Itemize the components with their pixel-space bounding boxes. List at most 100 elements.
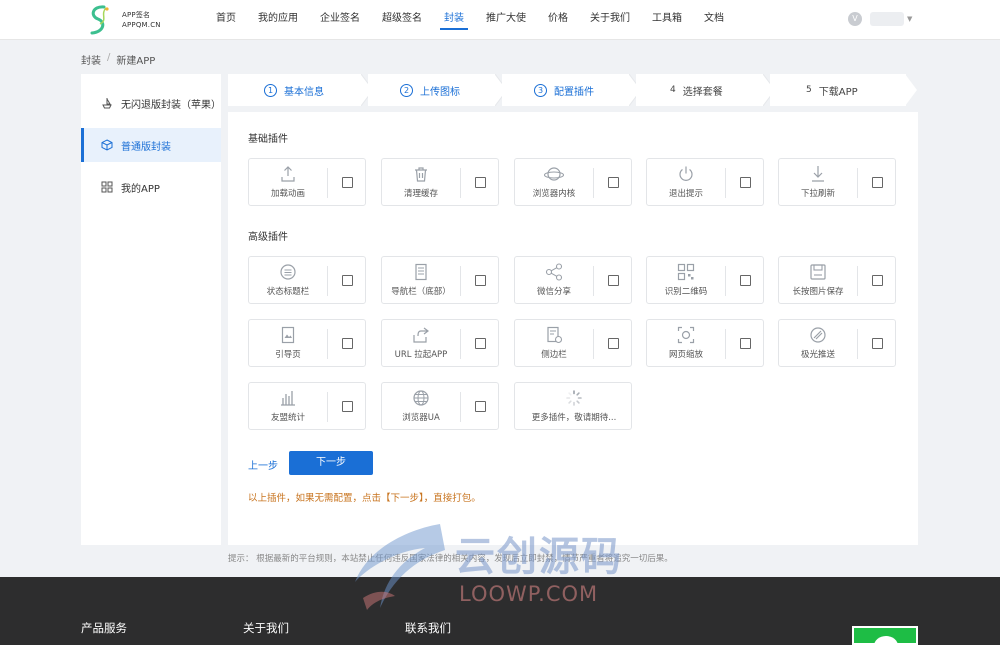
plugin-card-long-press-save[interactable]: 长按图片保存 [778, 256, 896, 304]
user-menu[interactable]: V ▼ [848, 10, 912, 28]
plugin-card-url-launch-app[interactable]: URL 拉起APP [381, 319, 499, 367]
plugin-card-qrcode-scan[interactable]: 识别二维码 [646, 256, 764, 304]
plugin-config-panel: 基础插件 加载动画 清理缓存 浏览器内核 退出提示 下拉刷新 高级插件 状态标题… [228, 112, 918, 545]
nav-bar-icon [382, 263, 460, 281]
nav-enterprise-sign[interactable]: 企业签名 [309, 0, 371, 40]
plugin-checkbox[interactable] [342, 177, 353, 188]
sidebar: 无闪退版封装（苹果） 普通版封装 我的APP [81, 74, 221, 545]
user-avatar[interactable] [870, 12, 904, 26]
pull-down-icon [779, 165, 857, 183]
step-label: 基本信息 [284, 86, 324, 98]
site-logo[interactable]: APP签名 APPQM.CN [86, 4, 176, 36]
plugin-label: 导航栏（底部） [391, 287, 451, 297]
plugin-checkbox[interactable] [872, 275, 883, 286]
logo-text: APP签名 APPQM.CN [122, 10, 161, 30]
nav-package[interactable]: 封装 [433, 0, 475, 40]
plugin-card-guide-page[interactable]: 引导页 [248, 319, 366, 367]
step-upload-icon[interactable]: 2 上传图标 [368, 74, 508, 106]
plugin-card-sidebar[interactable]: 侧边栏 [514, 319, 632, 367]
loading-spinner-icon [515, 389, 633, 407]
wechat-qr-icon [852, 626, 918, 645]
plugin-checkbox[interactable] [740, 275, 751, 286]
caret-down-icon[interactable]: ▼ [907, 15, 912, 23]
upload-icon [249, 165, 327, 183]
guide-page-icon [249, 326, 327, 344]
plugin-checkbox[interactable] [342, 401, 353, 412]
step-label: 下载APP [818, 86, 858, 98]
nav-my-apps[interactable]: 我的应用 [247, 0, 309, 40]
ship-icon [101, 97, 113, 109]
plugin-card-umeng-stats[interactable]: 友盟统计 [248, 382, 366, 430]
footer-contact[interactable]: 联系我们 [405, 620, 451, 636]
plugin-label: 加载动画 [270, 189, 305, 199]
plugin-label: 友盟统计 [270, 413, 305, 423]
step-label: 上传图标 [420, 86, 460, 98]
prev-step-button[interactable]: 上一步 [248, 457, 278, 472]
save-icon [779, 263, 857, 281]
plugin-card-clear-cache[interactable]: 清理缓存 [381, 158, 499, 206]
plugin-checkbox[interactable] [608, 338, 619, 349]
next-step-button[interactable]: 下一步 [289, 451, 373, 475]
plugin-checkbox[interactable] [872, 338, 883, 349]
section-title-basic: 基础插件 [248, 134, 288, 145]
step-select-plan[interactable]: 4 选择套餐 [636, 74, 776, 106]
plugin-checkbox[interactable] [475, 401, 486, 412]
nav-ambassador[interactable]: 推广大使 [475, 0, 537, 40]
plugin-label: 状态标题栏 [266, 287, 310, 297]
plugin-card-loading-animation[interactable]: 加载动画 [248, 158, 366, 206]
sidebar-item-my-app[interactable]: 我的APP [81, 170, 221, 204]
qrcode-icon [647, 263, 725, 281]
plugin-label: 更多插件，敬请期待... [531, 413, 617, 423]
plugin-card-exit-prompt[interactable]: 退出提示 [646, 158, 764, 206]
step-download-app[interactable]: 5 下载APP [770, 74, 917, 106]
plugin-checkbox[interactable] [475, 338, 486, 349]
cube-icon [101, 139, 113, 151]
plugin-label: 极光推送 [800, 350, 835, 360]
sidebar-item-noflash-package[interactable]: 无闪退版封装（苹果） [81, 86, 221, 120]
plugin-checkbox[interactable] [475, 177, 486, 188]
step-number: 4 [670, 85, 676, 95]
plugin-checkbox[interactable] [608, 275, 619, 286]
nav-toolbox[interactable]: 工具箱 [641, 0, 693, 40]
breadcrumb-root[interactable]: 封装 [81, 52, 101, 67]
plugin-checkbox[interactable] [342, 338, 353, 349]
plugin-card-browser-ua[interactable]: 浏览器UA [381, 382, 499, 430]
nav-pricing[interactable]: 价格 [537, 0, 579, 40]
plugin-card-jpush[interactable]: 极光推送 [778, 319, 896, 367]
plugin-label: 浏览器内核 [532, 189, 576, 199]
plugin-label: 识别二维码 [664, 287, 708, 297]
nav-about[interactable]: 关于我们 [579, 0, 641, 40]
nav-docs[interactable]: 文档 [693, 0, 735, 40]
step-config-plugins[interactable]: 3 配置插件 [502, 74, 642, 106]
plugin-card-status-title-bar[interactable]: 状态标题栏 [248, 256, 366, 304]
plugin-checkbox[interactable] [608, 177, 619, 188]
plugin-checkbox[interactable] [872, 177, 883, 188]
footer-about[interactable]: 关于我们 [243, 620, 289, 636]
plugin-card-browser-kernel[interactable]: 浏览器内核 [514, 158, 632, 206]
plugin-card-pull-refresh[interactable]: 下拉刷新 [778, 158, 896, 206]
step-number: 2 [400, 83, 413, 97]
plugin-label: 长按图片保存 [792, 287, 844, 297]
plugin-checkbox[interactable] [342, 275, 353, 286]
plugin-card-wechat-share[interactable]: 微信分享 [514, 256, 632, 304]
step-arrow-icon [905, 74, 917, 106]
step-label: 选择套餐 [682, 86, 723, 98]
status-bar-icon [249, 263, 327, 281]
plugin-card-bottom-nav-bar[interactable]: 导航栏（底部） [381, 256, 499, 304]
plugin-label: URL 拉起APP [394, 350, 448, 360]
nav-home[interactable]: 首页 [205, 0, 247, 40]
plugin-checkbox[interactable] [475, 275, 486, 286]
plugin-checkbox[interactable] [740, 338, 751, 349]
planet-icon [515, 165, 593, 183]
sidebar-item-label: 无闪退版封装（苹果） [121, 99, 221, 111]
zoom-icon [647, 326, 725, 344]
step-number: 1 [264, 83, 277, 97]
plugin-label: 退出提示 [668, 189, 703, 199]
footer-products[interactable]: 产品服务 [81, 620, 127, 636]
plugin-checkbox[interactable] [740, 177, 751, 188]
step-basic-info[interactable]: 1 基本信息 [228, 74, 374, 106]
nav-super-sign[interactable]: 超级签名 [371, 0, 433, 40]
plugin-label: 下拉刷新 [800, 189, 835, 199]
plugin-card-page-zoom[interactable]: 网页缩放 [646, 319, 764, 367]
sidebar-item-normal-package[interactable]: 普通版封装 [81, 128, 221, 162]
